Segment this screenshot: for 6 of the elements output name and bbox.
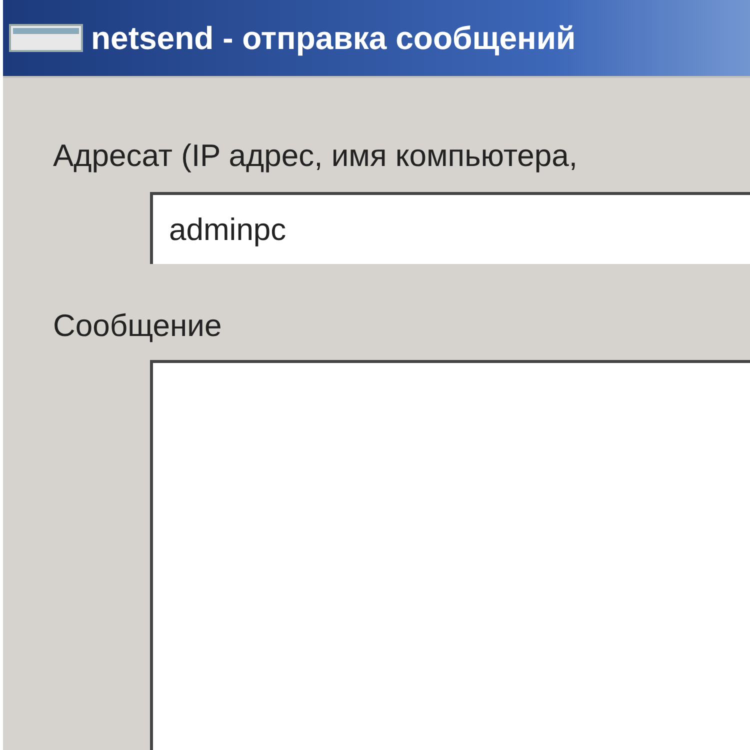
message-label: Сообщение (53, 308, 223, 344)
window-title: netsend - отправка сообщений (91, 20, 576, 56)
recipient-label: Адресат (IP адрес, имя компьютера, (53, 138, 579, 174)
recipient-field[interactable]: adminpc (150, 192, 750, 264)
window-icon (9, 23, 83, 53)
message-field[interactable] (150, 360, 750, 750)
